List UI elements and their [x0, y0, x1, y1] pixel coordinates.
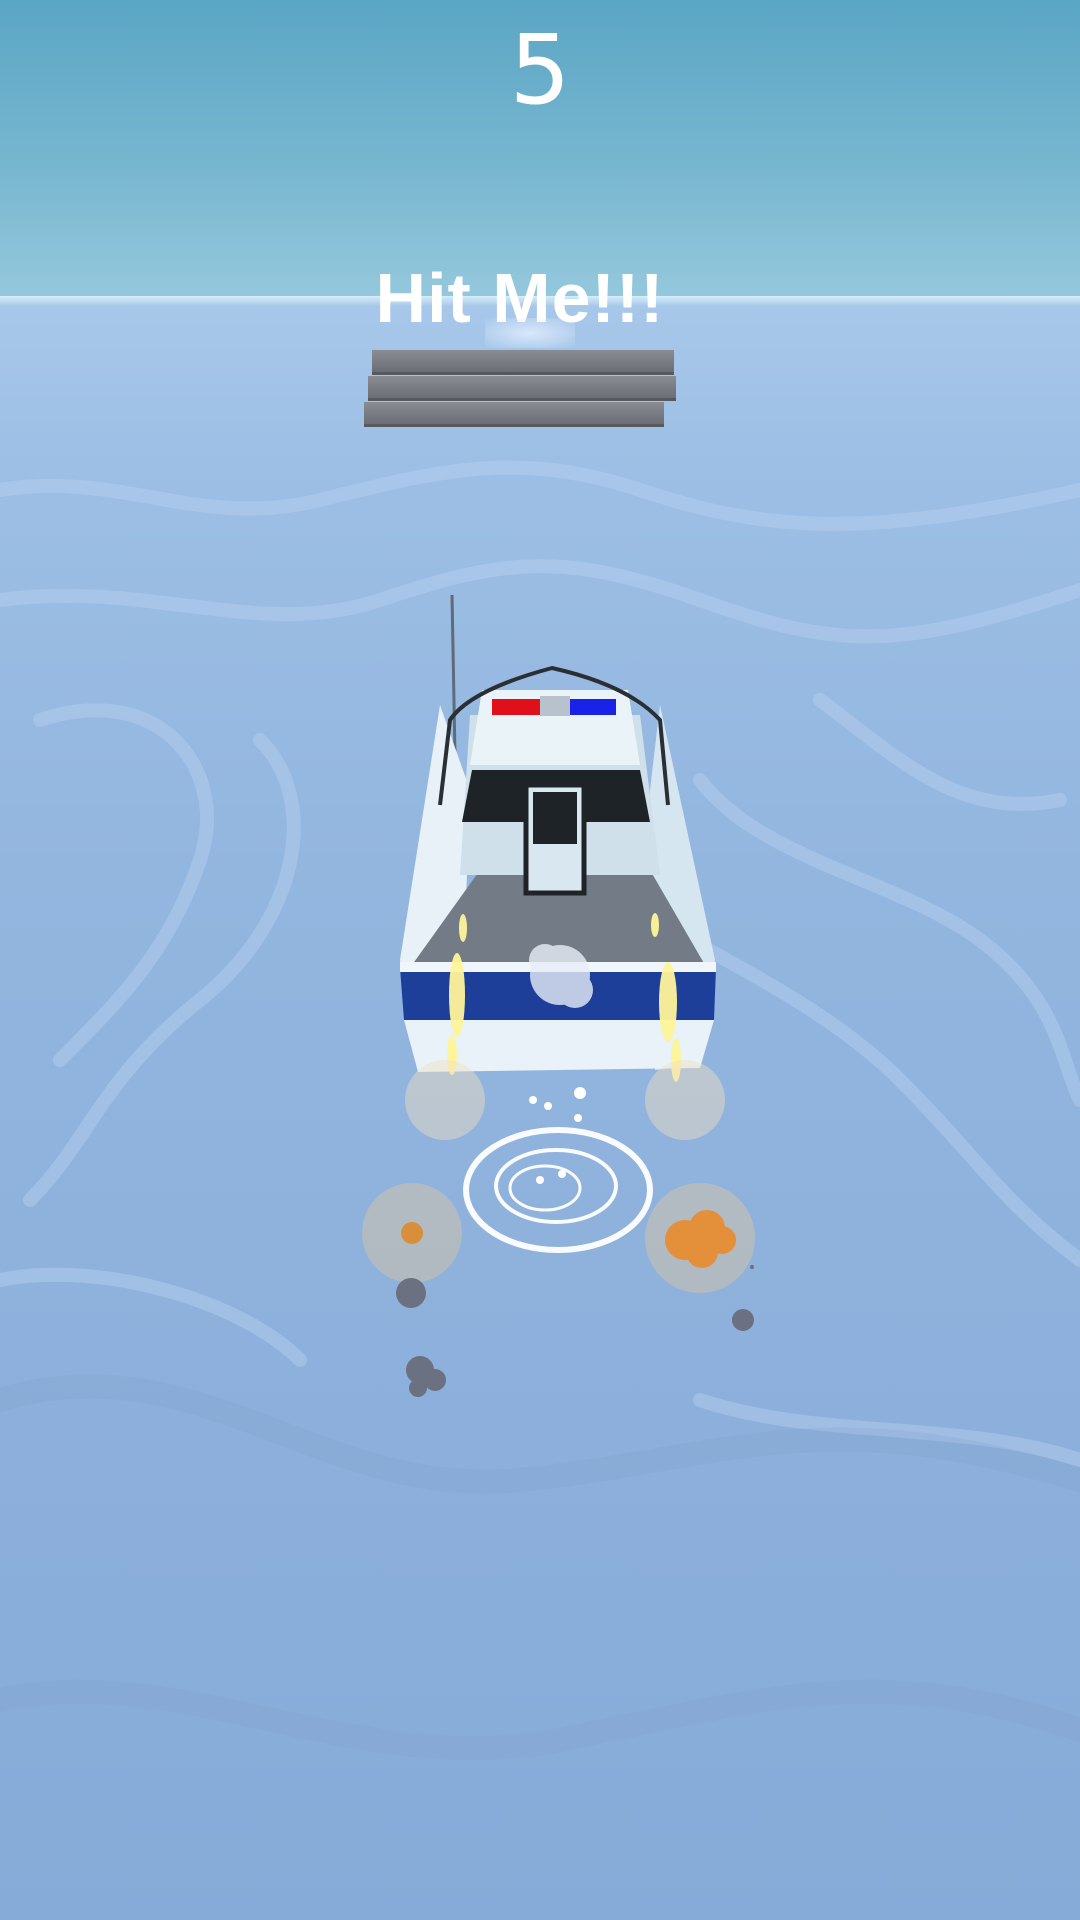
siren-red-light	[492, 699, 540, 715]
fire-puff-left	[401, 1222, 423, 1244]
wake-droplets	[529, 1087, 586, 1184]
cabin-door-window	[533, 792, 577, 844]
siren-center-light	[540, 696, 570, 716]
target-ring-icon	[463, 1127, 653, 1253]
wake-glow-left	[405, 1060, 485, 1140]
game-scene[interactable]: 5 Hit Me!!!	[0, 0, 1080, 1920]
siren-blue-light	[570, 699, 616, 715]
wake-glow-right	[645, 1060, 725, 1140]
police-boat-player[interactable]	[0, 0, 1080, 1920]
